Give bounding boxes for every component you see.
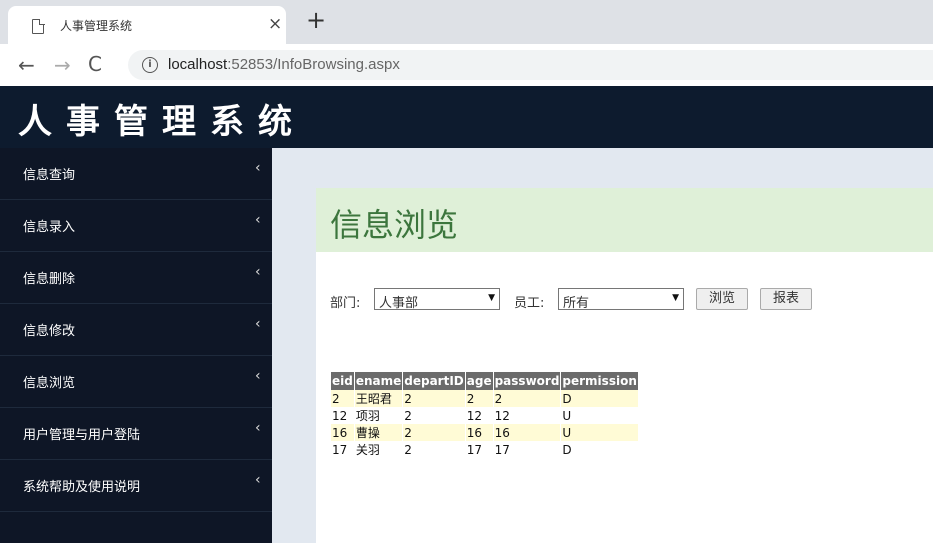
employee-select[interactable]: 所有 ▼ (558, 288, 684, 311)
browser-toolbar: ← → C i localhost:52853/InfoBrowsing.asp… (0, 44, 933, 86)
chevron-left-icon: ‹ (255, 368, 261, 384)
table-cell: 16 (493, 424, 562, 441)
sidebar-item-help[interactable]: 系统帮助及使用说明 ‹ (0, 460, 272, 512)
table-cell: U (560, 407, 639, 424)
table-header-row: eid ename departID age password permissi… (331, 372, 639, 390)
close-tab-icon[interactable]: × (268, 14, 282, 34)
column-header-age: age (465, 372, 494, 390)
table-cell: 17 (331, 441, 355, 458)
table-cell: D (560, 441, 639, 458)
panel-heading: 信息浏览 (316, 188, 933, 252)
table-cell: 项羽 (354, 407, 404, 424)
table-cell: 12 (493, 407, 562, 424)
table-cell: 16 (331, 424, 355, 441)
column-header-password: password (493, 372, 562, 390)
sidebar-item-label: 信息浏览 (23, 376, 76, 391)
table-cell: 17 (493, 441, 562, 458)
department-select-value: 人事部 (379, 296, 419, 311)
table-cell: 16 (465, 424, 494, 441)
department-select[interactable]: 人事部 ▼ (374, 288, 500, 311)
tab-title: 人事管理系统 (60, 19, 133, 33)
site-info-icon[interactable]: i (142, 57, 158, 73)
chevron-left-icon: ‹ (255, 212, 261, 228)
chevron-left-icon: ‹ (255, 472, 261, 488)
table-cell: 2 (402, 407, 466, 424)
sidebar: 信息查询 ‹ 信息录入 ‹ 信息删除 ‹ 信息修改 ‹ 信息浏览 ‹ 用户管理与… (0, 148, 272, 543)
chevron-left-icon: ‹ (255, 316, 261, 332)
browse-panel: 信息浏览 部门: 人事部 ▼ 员工: 所有 ▼ 浏览 报表 eid ename … (316, 188, 933, 543)
sidebar-item-label: 用户管理与用户登陆 (23, 428, 141, 443)
browser-tab-strip: 人事管理系统 × + (0, 0, 933, 44)
address-bar[interactable]: i localhost:52853/InfoBrowsing.aspx (128, 50, 933, 80)
table-cell: 17 (465, 441, 494, 458)
column-header-departid: departID (402, 372, 466, 390)
reload-icon[interactable]: C (88, 52, 102, 76)
new-tab-button[interactable]: + (306, 6, 326, 34)
sidebar-item-label: 信息查询 (23, 168, 76, 183)
page-title: 信息浏览 (330, 206, 459, 244)
sidebar-item-label: 信息录入 (23, 220, 76, 235)
app-title: 人事管理系统 (18, 102, 306, 142)
sidebar-item-label: 信息删除 (23, 272, 76, 287)
app-header: 人事管理系统 (0, 86, 933, 148)
sidebar-item-label: 信息修改 (23, 324, 76, 339)
table-row: 2 王昭君 2 2 2 D (331, 390, 639, 407)
sidebar-item-info-delete[interactable]: 信息删除 ‹ (0, 252, 272, 304)
back-icon[interactable]: ← (18, 53, 35, 77)
table-cell: 2 (331, 390, 355, 407)
department-label: 部门: (330, 296, 361, 311)
table-cell: U (560, 424, 639, 441)
column-header-ename: ename (354, 372, 404, 390)
browse-button[interactable]: 浏览 (696, 288, 748, 310)
table-cell: 王昭君 (354, 390, 404, 407)
page-icon (32, 18, 45, 34)
report-button[interactable]: 报表 (760, 288, 812, 310)
sidebar-item-user-management[interactable]: 用户管理与用户登陆 ‹ (0, 408, 272, 460)
url-host: localhost (168, 56, 228, 73)
table-row: 16 曹操 2 16 16 U (331, 424, 639, 441)
employee-select-value: 所有 (563, 296, 590, 311)
table-cell: 2 (493, 390, 562, 407)
table-cell: 关羽 (354, 441, 404, 458)
employee-label: 员工: (514, 296, 545, 311)
dropdown-arrow-icon: ▼ (488, 293, 495, 303)
browser-tab[interactable]: 人事管理系统 × (8, 6, 286, 44)
column-header-permission: permission (560, 372, 639, 390)
table-cell: D (560, 390, 639, 407)
table-cell: 曹操 (354, 424, 404, 441)
sidebar-item-label: 系统帮助及使用说明 (23, 480, 141, 495)
url-path: :52853/InfoBrowsing.aspx (227, 56, 400, 73)
content-area: 信息浏览 部门: 人事部 ▼ 员工: 所有 ▼ 浏览 报表 eid ename … (272, 148, 933, 543)
table-row: 12 项羽 2 12 12 U (331, 407, 639, 424)
sidebar-item-info-query[interactable]: 信息查询 ‹ (0, 148, 272, 200)
forward-icon[interactable]: → (54, 53, 71, 77)
sidebar-item-info-browse[interactable]: 信息浏览 ‹ (0, 356, 272, 408)
table-row: 17 关羽 2 17 17 D (331, 441, 639, 458)
sidebar-item-info-modify[interactable]: 信息修改 ‹ (0, 304, 272, 356)
chevron-left-icon: ‹ (255, 160, 261, 176)
table-cell: 2 (465, 390, 494, 407)
column-header-eid: eid (331, 372, 355, 390)
employee-table: eid ename departID age password permissi… (331, 372, 639, 458)
url-text[interactable]: localhost:52853/InfoBrowsing.aspx (168, 56, 400, 73)
table-cell: 2 (402, 441, 466, 458)
table-cell: 12 (331, 407, 355, 424)
chevron-left-icon: ‹ (255, 420, 261, 436)
table-cell: 2 (402, 390, 466, 407)
filter-row: 部门: 人事部 ▼ 员工: 所有 ▼ 浏览 报表 (330, 288, 930, 312)
dropdown-arrow-icon: ▼ (672, 293, 679, 303)
sidebar-item-info-entry[interactable]: 信息录入 ‹ (0, 200, 272, 252)
chevron-left-icon: ‹ (255, 264, 261, 280)
table-cell: 2 (402, 424, 466, 441)
table-cell: 12 (465, 407, 494, 424)
